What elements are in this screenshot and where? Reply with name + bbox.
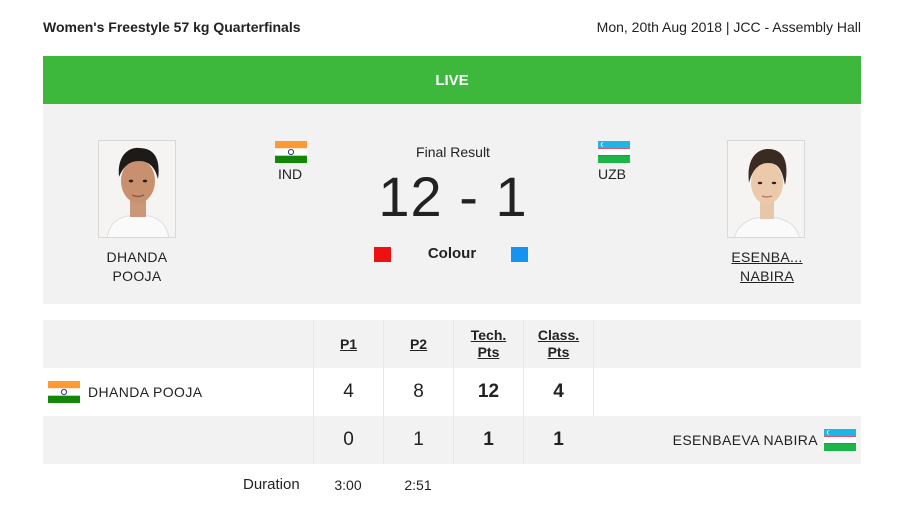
match-result-panel: DHANDA POOJA IND Final Result 12 - 1 UZB xyxy=(43,104,861,304)
event-title: Women's Freestyle 57 kg Quarterfinals xyxy=(43,19,301,35)
red-athlete-first-line: DHANDA xyxy=(106,249,168,265)
blue-athlete-second-line[interactable]: NABIRA xyxy=(707,267,827,286)
table-row: 0 1 1 1 ESENBAEVA NABIRA xyxy=(43,416,861,464)
live-status-banner: LIVE xyxy=(43,56,861,104)
header-p2-label: P2 xyxy=(409,335,428,352)
uzbekistan-flag-icon xyxy=(598,141,630,163)
uzbekistan-flag-icon xyxy=(824,429,856,451)
red-class-pts: 4 xyxy=(523,368,593,416)
red-nationality-code: IND xyxy=(278,166,303,182)
stats-header-row: P1 P2 Tech. Pts Class. Pts xyxy=(43,320,861,368)
header-class-line1: Class. xyxy=(537,327,580,343)
blue-athlete-first-line[interactable]: ESENBA... xyxy=(707,248,827,267)
red-athlete-second-line: POOJA xyxy=(112,268,162,284)
stats-table: P1 P2 Tech. Pts Class. Pts DHANDA POOJA … xyxy=(43,320,861,464)
column-divider xyxy=(593,368,594,416)
event-header: Women's Freestyle 57 kg Quarterfinals Mo… xyxy=(43,16,861,38)
blue-class-pts: 1 xyxy=(523,416,593,464)
header-tech-pts[interactable]: Tech. Pts xyxy=(453,320,523,368)
india-flag-icon xyxy=(275,141,307,163)
event-date-venue: Mon, 20th Aug 2018 | JCC - Assembly Hall xyxy=(596,19,861,35)
blue-row-wrestler: ESENBAEVA NABIRA xyxy=(673,416,856,464)
blue-athlete-name[interactable]: ESENBA... NABIRA xyxy=(707,248,827,286)
red-row-name: DHANDA POOJA xyxy=(88,384,203,400)
red-tech-pts: 12 xyxy=(453,368,523,416)
duration-label: Duration xyxy=(243,476,300,493)
red-colour-square xyxy=(374,247,391,262)
header-class-pts[interactable]: Class. Pts xyxy=(523,320,593,368)
table-row: DHANDA POOJA 4 8 12 4 xyxy=(43,368,861,416)
red-athlete-name: DHANDA POOJA xyxy=(77,248,197,286)
blue-tech-pts: 1 xyxy=(453,416,523,464)
header-tech-line1: Tech. xyxy=(470,327,507,343)
header-p2[interactable]: P2 xyxy=(383,320,453,368)
blue-nationality-code: UZB xyxy=(598,166,626,182)
column-divider xyxy=(593,320,594,368)
red-athlete-photo xyxy=(98,140,176,238)
header-class-line2: Pts xyxy=(547,344,570,360)
result-label: Final Result xyxy=(416,144,490,160)
header-p1[interactable]: P1 xyxy=(313,320,383,368)
red-p2: 8 xyxy=(383,368,453,416)
colour-label: Colour xyxy=(427,245,477,262)
blue-colour-square xyxy=(511,247,528,262)
india-flag-icon xyxy=(48,381,80,403)
duration-p1: 3:00 xyxy=(334,477,362,493)
duration-row: Duration 3:00 2:51 xyxy=(43,472,861,498)
duration-p2: 2:51 xyxy=(404,477,432,493)
blue-athlete-photo xyxy=(727,140,805,238)
blue-row-name: ESENBAEVA NABIRA xyxy=(672,432,818,448)
final-score: 12 - 1 xyxy=(378,165,528,228)
red-row-wrestler: DHANDA POOJA xyxy=(48,368,203,416)
blue-p2: 1 xyxy=(383,416,453,464)
header-p1-label: P1 xyxy=(339,335,358,352)
header-tech-line2: Pts xyxy=(477,344,500,360)
red-p1: 4 xyxy=(313,368,383,416)
blue-p1: 0 xyxy=(313,416,383,464)
